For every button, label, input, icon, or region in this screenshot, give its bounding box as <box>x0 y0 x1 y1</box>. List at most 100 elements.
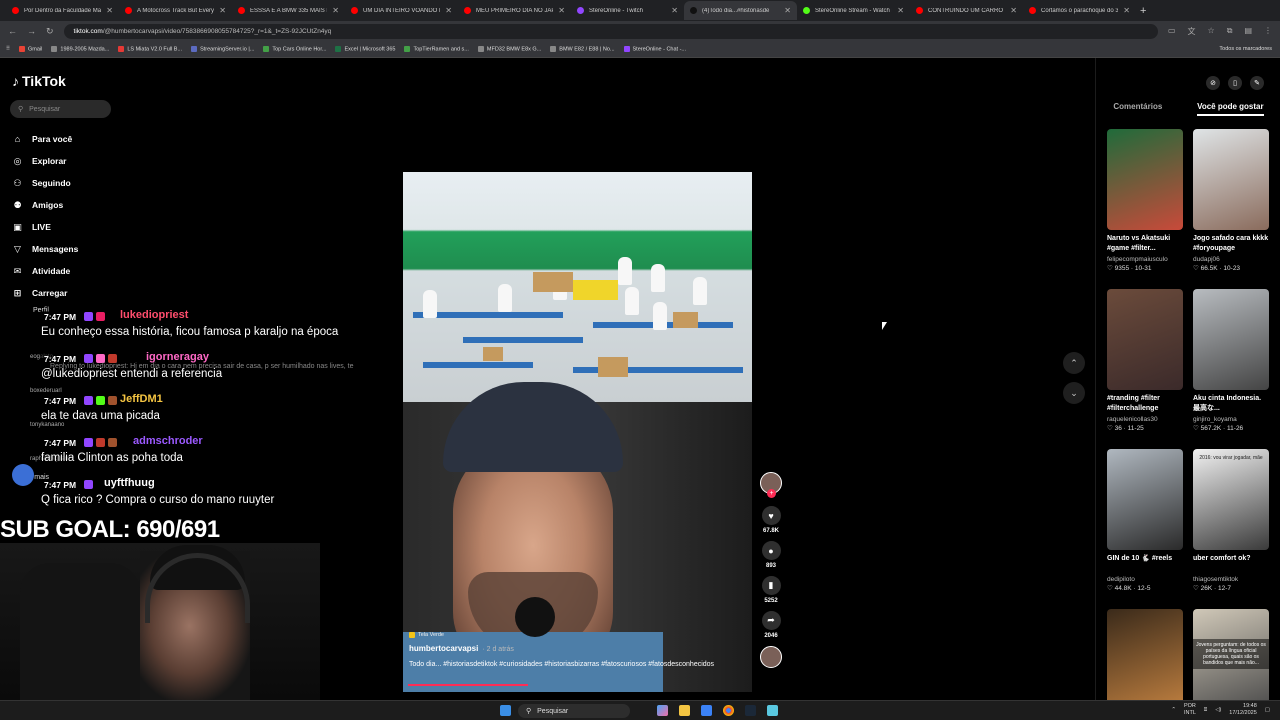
suggestion-card[interactable]: #tranding #filter #filterchallenge raquel… <box>1107 289 1183 432</box>
tab-comentarios[interactable]: Comentários <box>1113 102 1162 116</box>
menu-icon[interactable]: ⋮ <box>1264 26 1272 37</box>
bookmark-item[interactable]: Gmail <box>19 45 42 52</box>
notepad-icon[interactable] <box>767 705 778 716</box>
suggestion-card[interactable]: Jovens perguntam: de todos os países da … <box>1193 609 1269 710</box>
new-tab-icon[interactable]: + <box>1140 5 1146 17</box>
search-input[interactable]: ⚲ Pesquisar <box>10 100 111 118</box>
volume-icon[interactable]: ◁) <box>1215 707 1221 714</box>
extensions-icon[interactable]: ⧉ <box>1227 26 1233 37</box>
close-icon[interactable]: ✕ <box>1123 6 1130 15</box>
suggestion-thumbnail[interactable] <box>1107 449 1183 550</box>
suggestion-author[interactable]: ginjiro_koyama <box>1193 416 1269 423</box>
close-icon[interactable]: ✕ <box>1010 6 1017 15</box>
previous-video-button[interactable]: ⌃ <box>1063 352 1085 374</box>
cast-icon[interactable]: ▭ <box>1168 26 1176 37</box>
share-button[interactable]: ➦ <box>761 611 781 630</box>
suggestion-author[interactable]: raquelenicollas30 <box>1107 416 1183 423</box>
network-icon[interactable]: ⌸ <box>1204 707 1207 714</box>
sidebar-item-para-voce[interactable]: ⌂ Para você <box>12 128 78 150</box>
forward-icon[interactable]: → <box>27 26 36 36</box>
all-bookmarks-folder[interactable]: Todos os marcadores <box>1219 46 1280 52</box>
browser-tab[interactable]: UM DIA INTEIRO VOANDO PI ✕ <box>345 1 458 20</box>
suggestion-author[interactable]: felipecompmaiusculo <box>1107 256 1183 263</box>
autoscroll-icon[interactable]: ⊘ <box>1206 76 1220 90</box>
chat-username[interactable]: JeffDM1 <box>120 393 163 405</box>
translate-icon[interactable]: 文 <box>1188 26 1196 37</box>
explorer-icon[interactable] <box>679 705 690 716</box>
start-icon[interactable] <box>500 705 511 716</box>
reload-icon[interactable]: ↻ <box>46 26 54 37</box>
suggestion-thumbnail[interactable]: Jovens perguntam: de todos os países da … <box>1193 609 1269 710</box>
sidebar-item-mensagens[interactable]: ▽ Mensagens <box>12 238 78 260</box>
apps-icon[interactable]: ⠿ <box>6 46 10 52</box>
bookmark-star-icon[interactable]: ☆ <box>1208 26 1215 37</box>
notification-icon[interactable]: ▢ <box>1265 707 1270 714</box>
bookmark-item[interactable]: MFD32 BMW E8x G... <box>477 45 541 52</box>
suggestion-author[interactable]: dedipiloto <box>1107 576 1183 583</box>
video-author[interactable]: humbertocarvapsi · 2 d atrás <box>409 644 749 653</box>
close-icon[interactable]: ✕ <box>897 6 904 15</box>
language-indicator[interactable]: POR INTL <box>1184 703 1196 717</box>
store-icon[interactable] <box>701 705 712 716</box>
browser-tab[interactable]: MEU PRIMEIRO DIA NO JAPÃ ✕ <box>458 1 571 20</box>
bookmark-item[interactable]: LS Miata V2.0 Full B... <box>118 45 182 52</box>
follow-plus-icon[interactable]: + <box>767 489 776 498</box>
bookmark-item[interactable]: BMW E82 / E88 | No... <box>550 45 615 52</box>
close-icon[interactable]: ✕ <box>332 6 339 15</box>
sidebar-item-seguindo[interactable]: ⚇ Seguindo <box>12 172 78 194</box>
suggestion-card[interactable]: GIN de 10 🐇 #reels dedipiloto ♡ 44.8K · 12… <box>1107 449 1183 592</box>
copilot-icon[interactable] <box>657 705 668 716</box>
chat-username[interactable]: admschroder <box>133 435 203 447</box>
browser-tab[interactable]: Por Dentro da Faculdade Mai ✕ <box>6 1 119 20</box>
browser-tab[interactable]: CONTRUINDO UM CARRO E ✕ <box>910 1 1023 20</box>
suggestion-card[interactable]: 2016: vou virar jogadar, mãe uber comfort… <box>1193 449 1269 592</box>
video-player[interactable]: Tela Verde humbertocarvapsi · 2 d atrás T… <box>403 172 752 692</box>
effect-tag[interactable]: Tela Verde <box>409 632 749 638</box>
close-icon[interactable]: ✕ <box>784 6 791 15</box>
browser-tab[interactable]: (4)Todo dia...#historiasde ✕ <box>684 1 797 20</box>
video-progress-bar[interactable] <box>408 684 528 686</box>
browser-tab[interactable]: A Motocross Track But Every ✕ <box>119 1 232 20</box>
sidebar-item-explorar[interactable]: ◎ Explorar <box>12 150 78 172</box>
sidebar-icon[interactable]: ▤ <box>1244 26 1252 37</box>
suggestion-card[interactable]: Jogo safado cara kkkk #foryoupage dudapj0… <box>1193 129 1269 272</box>
close-icon[interactable]: ✕ <box>219 6 226 15</box>
url-input[interactable]: tiktok.com/@humbertocarvapsi/video/75838… <box>63 23 1158 39</box>
chat-username[interactable]: uyftfhuug <box>104 477 155 489</box>
like-button[interactable]: ♥ <box>761 506 781 525</box>
close-icon[interactable]: ✕ <box>106 6 113 15</box>
sidebar-item-carregar[interactable]: ⊞ Carregar <box>12 282 78 304</box>
browser-tab[interactable]: StereOnline Stream - Watch L ✕ <box>797 1 910 20</box>
save-button[interactable]: ▮ <box>761 576 781 595</box>
chrome-icon[interactable] <box>723 705 734 716</box>
close-icon[interactable]: ✕ <box>558 6 565 15</box>
tiktok-logo[interactable]: ♪ TikTok <box>12 73 66 89</box>
chevron-up-icon[interactable]: ⌃ <box>1171 707 1176 714</box>
steam-icon[interactable] <box>745 705 756 716</box>
bookmark-item[interactable]: TopTierRamen and s... <box>404 45 469 52</box>
creator-avatar[interactable]: + <box>760 472 782 498</box>
browser-tab[interactable]: StereOnline - Twitch ✕ <box>571 1 684 20</box>
sound-avatar[interactable] <box>760 646 782 668</box>
suggestion-card[interactable] <box>1107 609 1183 710</box>
suggestion-author[interactable]: dudapj06 <box>1193 256 1269 263</box>
suggestion-thumbnail[interactable] <box>1107 129 1183 230</box>
sidebar-item-atividade[interactable]: ✉ Atividade <box>12 260 78 282</box>
back-icon[interactable]: ← <box>8 26 17 36</box>
next-video-button[interactable]: ⌄ <box>1063 382 1085 404</box>
chat-username[interactable]: lukediopriest <box>120 309 188 321</box>
bookmark-item[interactable]: StereOnline - Chat -... <box>623 45 686 52</box>
bookmark-item[interactable]: Top Cars Online Hor... <box>263 45 326 52</box>
suggestion-thumbnail[interactable] <box>1107 289 1183 390</box>
clock[interactable]: 19:48 17/12/2025 <box>1229 703 1257 717</box>
suggestion-card[interactable]: Aku cinta Indonesia. 最高な... ginjiro_koyam… <box>1193 289 1269 432</box>
bookmark-item[interactable]: StreamingServer.io |... <box>191 45 254 52</box>
close-icon[interactable]: ✕ <box>445 6 452 15</box>
browser-tab[interactable]: Cortamos o parachoque do 3 ✕ <box>1023 1 1136 20</box>
suggestion-thumbnail[interactable]: 2016: vou virar jogadar, mãe <box>1193 449 1269 550</box>
bookmark-item[interactable]: 1989-2005 Mazda... <box>51 45 109 52</box>
suggestion-author[interactable]: thiagosemtiktok <box>1193 576 1269 583</box>
tab-voce-pode-gostar[interactable]: Você pode gostar <box>1197 102 1264 116</box>
suggestion-thumbnail[interactable] <box>1107 609 1183 710</box>
sidebar-item-live[interactable]: ▣ LIVE <box>12 216 78 238</box>
